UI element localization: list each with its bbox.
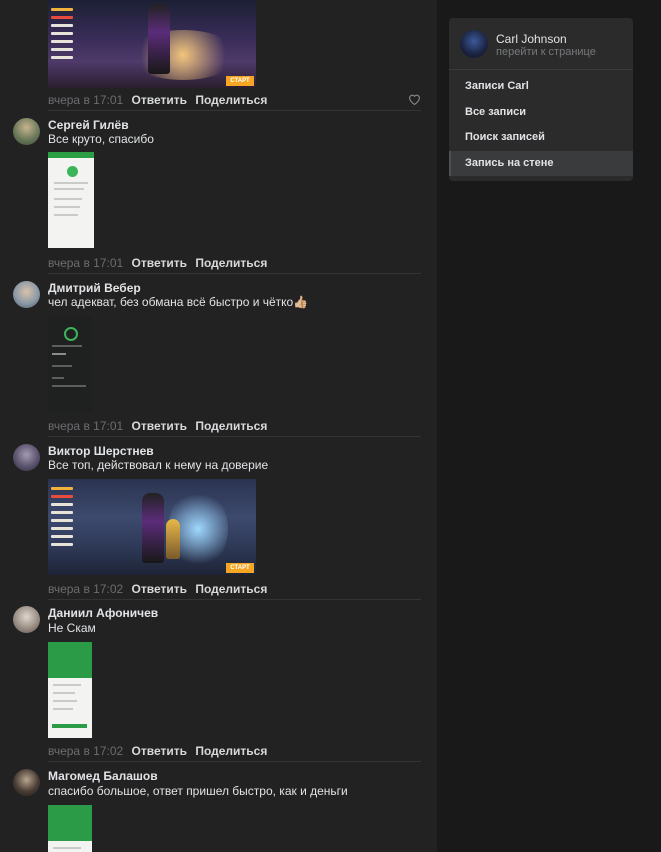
phone-line — [52, 345, 82, 347]
divider — [48, 436, 421, 437]
game-side-menu — [51, 487, 77, 551]
comment-meta: вчера в 17:01 Ответить Поделиться — [48, 419, 267, 433]
share-link[interactable]: Поделиться — [195, 582, 267, 596]
comment-image-phone[interactable] — [48, 152, 94, 248]
share-link[interactable]: Поделиться — [195, 93, 267, 107]
phone-line — [53, 684, 81, 686]
comment-text: чел адекват, без обмана всё быстро и чёт… — [48, 295, 309, 309]
share-link[interactable]: Поделиться — [195, 419, 267, 433]
phone-line — [52, 365, 72, 367]
phone-button — [52, 724, 87, 728]
menu-item-all-posts[interactable]: Все записи — [449, 100, 633, 125]
phone-line — [52, 385, 86, 387]
game-glow — [128, 30, 238, 80]
game-character — [142, 493, 164, 563]
phone-line — [53, 692, 75, 694]
phone-line — [54, 206, 80, 208]
game-character — [166, 519, 180, 559]
phone-line — [53, 708, 73, 710]
success-check-icon — [64, 327, 78, 341]
reply-link[interactable]: Ответить — [132, 256, 187, 270]
divider — [48, 761, 421, 762]
avatar[interactable] — [13, 444, 40, 471]
phone-line — [53, 847, 81, 849]
comments-feed: СТАРТ вчера в 17:01 Ответить Поделиться … — [0, 0, 437, 852]
phone-header — [48, 805, 92, 841]
phone-line — [54, 198, 82, 200]
reply-link[interactable]: Ответить — [132, 93, 187, 107]
comment-date[interactable]: вчера в 17:01 — [48, 419, 123, 433]
reply-link[interactable]: Ответить — [132, 582, 187, 596]
comment-author[interactable]: Магомед Балашов — [48, 769, 158, 783]
comment-author[interactable]: Сергей Гилёв — [48, 118, 129, 132]
phone-line — [52, 377, 64, 379]
avatar[interactable] — [13, 118, 40, 145]
comment-image-game[interactable]: СТАРТ — [48, 0, 256, 88]
share-link[interactable]: Поделиться — [195, 744, 267, 758]
profile-avatar[interactable] — [460, 30, 488, 58]
phone-line — [54, 214, 78, 216]
comment-image-phone[interactable] — [48, 317, 92, 413]
comment-meta: вчера в 17:02 Ответить Поделиться — [48, 744, 267, 758]
menu-separator — [449, 69, 633, 70]
phone-line — [54, 188, 84, 190]
heart-icon[interactable] — [408, 93, 421, 105]
comment-text: Не Скам — [48, 621, 96, 635]
wall-navigation-menu: Carl Johnson перейти к странице Записи C… — [449, 18, 633, 181]
avatar[interactable] — [13, 769, 40, 796]
comment-meta: вчера в 17:01 Ответить Поделиться — [48, 256, 267, 270]
success-check-icon — [67, 166, 78, 177]
phone-line — [53, 700, 77, 702]
comment-date[interactable]: вчера в 17:01 — [48, 256, 123, 270]
share-link[interactable]: Поделиться — [195, 256, 267, 270]
comment-text: Все топ, действовал к нему на доверие — [48, 458, 269, 472]
menu-item-wall-post[interactable]: Запись на стене — [449, 151, 633, 176]
comment-date[interactable]: вчера в 17:02 — [48, 582, 123, 596]
game-side-menu — [51, 8, 77, 64]
comment-author[interactable]: Дмитрий Вебер — [48, 281, 141, 295]
reply-link[interactable]: Ответить — [132, 744, 187, 758]
comment-text: спасибо большое, ответ пришел быстро, ка… — [48, 784, 348, 798]
phone-status-bar — [48, 152, 94, 158]
comment-meta: вчера в 17:01 Ответить Поделиться — [48, 93, 267, 107]
comment-text: Все круто, спасибо — [48, 132, 154, 146]
divider — [48, 599, 421, 600]
menu-item-carl-posts[interactable]: Записи Carl — [449, 74, 633, 99]
divider — [48, 273, 421, 274]
comment-image-phone[interactable] — [48, 805, 92, 852]
comment-author[interactable]: Даниил Афоничев — [48, 606, 158, 620]
menu-item-search-posts[interactable]: Поиск записей — [449, 125, 633, 150]
phone-line — [54, 182, 88, 184]
comment-author[interactable]: Виктор Шерстнев — [48, 444, 154, 458]
game-character — [148, 4, 170, 74]
profile-name[interactable]: Carl Johnson — [496, 32, 567, 46]
comment-image-phone[interactable] — [48, 642, 92, 738]
comment-meta: вчера в 17:02 Ответить Поделиться — [48, 582, 267, 596]
avatar[interactable] — [13, 606, 40, 633]
game-start-button: СТАРТ — [226, 563, 254, 573]
phone-header — [48, 642, 92, 678]
game-start-button: СТАРТ — [226, 76, 254, 86]
avatar[interactable] — [13, 281, 40, 308]
profile-link[interactable]: перейти к странице — [496, 46, 596, 58]
divider — [48, 110, 421, 111]
comment-image-game[interactable]: СТАРТ — [48, 479, 256, 575]
phone-line — [52, 353, 66, 355]
comment-date[interactable]: вчера в 17:01 — [48, 93, 123, 107]
comment-date[interactable]: вчера в 17:02 — [48, 744, 123, 758]
reply-link[interactable]: Ответить — [132, 419, 187, 433]
